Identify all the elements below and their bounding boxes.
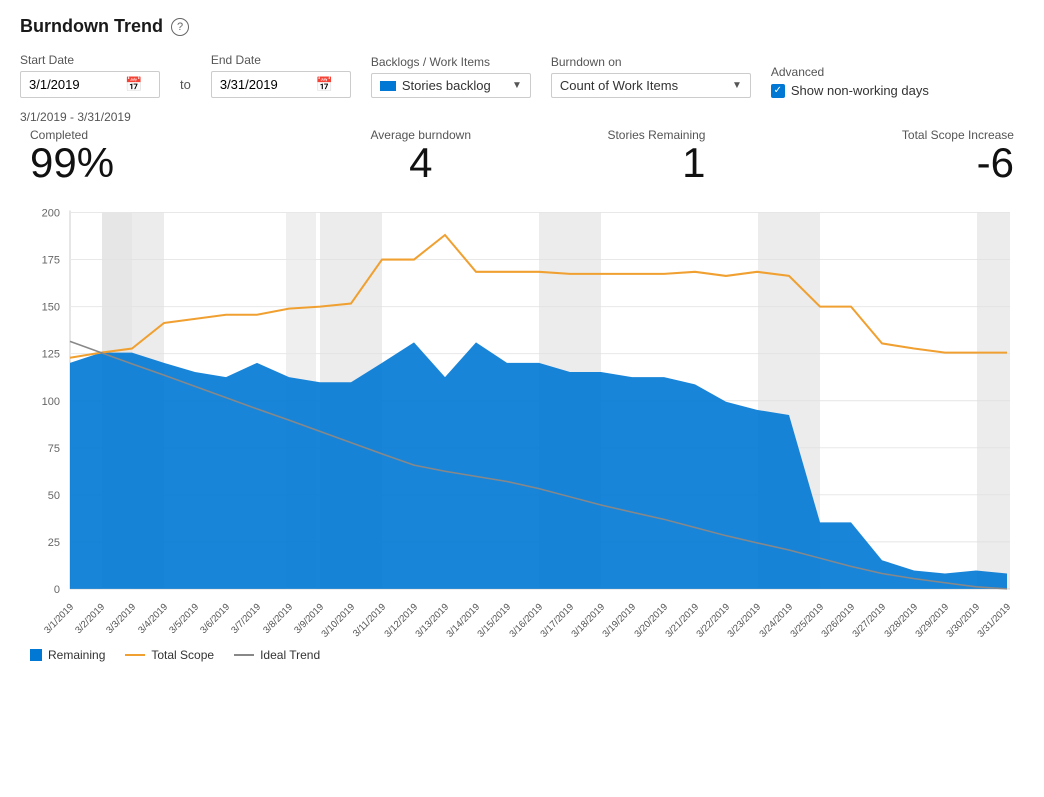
- legend-ideal-trend-label: Ideal Trend: [260, 648, 320, 662]
- legend-total-scope-label: Total Scope: [151, 648, 214, 662]
- svg-text:0: 0: [54, 584, 60, 596]
- svg-text:75: 75: [48, 443, 60, 455]
- start-date-input[interactable]: 3/1/2019: [29, 77, 119, 92]
- burndown-chevron-icon: ▼: [732, 80, 742, 91]
- svg-text:3/23/2019: 3/23/2019: [726, 602, 764, 640]
- legend-remaining-label: Remaining: [48, 648, 105, 662]
- svg-text:200: 200: [42, 207, 60, 219]
- burndown-label: Burndown on: [551, 55, 751, 69]
- help-icon[interactable]: ?: [171, 18, 189, 36]
- end-date-input[interactable]: 3/31/2019: [220, 77, 310, 92]
- svg-text:50: 50: [48, 490, 60, 502]
- svg-text:3/10/2019: 3/10/2019: [320, 602, 358, 640]
- checkmark-icon: ✓: [774, 85, 782, 96]
- end-date-calendar-icon[interactable]: 📅: [316, 76, 333, 93]
- backlogs-chevron-icon: ▼: [512, 80, 522, 91]
- legend-total-scope-color: [125, 654, 145, 656]
- burndown-dropdown[interactable]: Count of Work Items ▼: [551, 73, 751, 98]
- completed-stat: Completed 99%: [30, 128, 114, 184]
- stories-remaining-stat: Stories Remaining 1: [607, 128, 705, 184]
- svg-text:3/7/2019: 3/7/2019: [229, 602, 263, 637]
- legend-remaining: Remaining: [30, 648, 105, 662]
- avg-burndown-stat: Average burndown 4: [370, 128, 471, 184]
- svg-text:25: 25: [48, 537, 60, 549]
- chart-container: 0 25 50 75 100 125 150 175 200: [20, 190, 1024, 640]
- svg-text:3/5/2019: 3/5/2019: [167, 602, 201, 637]
- advanced-label: Advanced: [771, 65, 929, 79]
- svg-text:175: 175: [42, 255, 60, 267]
- svg-text:3/15/2019: 3/15/2019: [476, 602, 514, 640]
- total-scope-stat: Total Scope Increase -6: [902, 128, 1014, 184]
- end-date-label: End Date: [211, 53, 351, 67]
- start-date-calendar-icon[interactable]: 📅: [125, 76, 142, 93]
- backlogs-label: Backlogs / Work Items: [371, 55, 531, 69]
- stories-remaining-value: 1: [682, 142, 705, 184]
- svg-text:3/2/2019: 3/2/2019: [73, 602, 107, 637]
- controls-row: Start Date 3/1/2019 📅 to End Date 3/31/2…: [20, 53, 1024, 98]
- svg-text:3/6/2019: 3/6/2019: [198, 602, 232, 637]
- svg-text:3/31/2019: 3/31/2019: [976, 602, 1014, 640]
- svg-text:3/27/2019: 3/27/2019: [851, 602, 889, 640]
- show-nonworking-row[interactable]: ✓ Show non-working days: [771, 83, 929, 98]
- start-date-group: Start Date 3/1/2019 📅: [20, 53, 160, 98]
- burndown-group: Burndown on Count of Work Items ▼: [551, 55, 751, 98]
- legend-ideal-trend-color: [234, 654, 254, 656]
- show-nonworking-checkbox[interactable]: ✓: [771, 84, 785, 98]
- end-date-input-wrap[interactable]: 3/31/2019 📅: [211, 71, 351, 98]
- legend-remaining-color: [30, 649, 42, 661]
- start-date-label: Start Date: [20, 53, 160, 67]
- svg-text:125: 125: [42, 349, 60, 361]
- backlogs-group: Backlogs / Work Items Stories backlog ▼: [371, 55, 531, 98]
- advanced-group: Advanced ✓ Show non-working days: [771, 65, 929, 98]
- to-label: to: [180, 77, 191, 92]
- backlog-icon: [380, 81, 396, 91]
- svg-text:3/8/2019: 3/8/2019: [261, 602, 295, 637]
- page-title: Burndown Trend: [20, 16, 163, 37]
- total-scope-value: -6: [977, 142, 1014, 184]
- svg-text:3/11/2019: 3/11/2019: [351, 602, 388, 640]
- start-date-input-wrap[interactable]: 3/1/2019 📅: [20, 71, 160, 98]
- svg-text:3/3/2019: 3/3/2019: [104, 602, 138, 637]
- backlogs-value: Stories backlog: [402, 78, 506, 93]
- burndown-value: Count of Work Items: [560, 78, 726, 93]
- stats-container: Completed 99% Average burndown 4 Stories…: [20, 128, 1024, 184]
- svg-text:150: 150: [42, 302, 60, 314]
- end-date-group: End Date 3/31/2019 📅: [211, 53, 351, 98]
- legend-ideal-trend: Ideal Trend: [234, 648, 320, 662]
- svg-text:100: 100: [42, 396, 60, 408]
- svg-text:3/19/2019: 3/19/2019: [601, 602, 639, 640]
- svg-text:3/1/2019: 3/1/2019: [42, 602, 76, 637]
- show-nonworking-label: Show non-working days: [791, 83, 929, 98]
- chart-legend: Remaining Total Scope Ideal Trend: [20, 648, 1024, 662]
- svg-text:3/4/2019: 3/4/2019: [136, 602, 170, 637]
- legend-total-scope: Total Scope: [125, 648, 214, 662]
- date-range: 3/1/2019 - 3/31/2019: [20, 110, 1024, 124]
- avg-burndown-value: 4: [409, 142, 432, 184]
- completed-value: 99%: [30, 142, 114, 184]
- burndown-chart: 0 25 50 75 100 125 150 175 200: [20, 190, 1024, 640]
- backlogs-dropdown[interactable]: Stories backlog ▼: [371, 73, 531, 98]
